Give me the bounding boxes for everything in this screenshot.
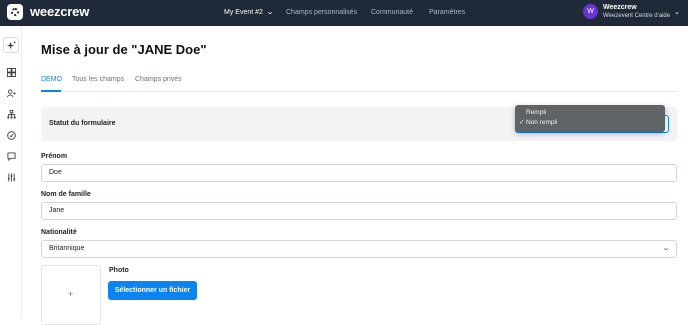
tab-champs-prives[interactable]: Champs privés xyxy=(135,76,182,83)
first-name-field[interactable]: Doe xyxy=(41,164,677,182)
nav-communaute[interactable]: Communauté xyxy=(371,0,413,26)
plus-icon: + xyxy=(68,289,74,299)
org-chart-icon[interactable] xyxy=(3,106,19,122)
last-name-label: Nom de famille xyxy=(41,191,91,198)
status-dropdown-menu: Rempli ✓ Non rempli xyxy=(515,105,665,132)
sparkle-icon[interactable] xyxy=(3,37,19,53)
tabs-divider xyxy=(41,91,677,92)
left-rail xyxy=(0,26,22,318)
status-option-non-rempli[interactable]: ✓ Non rempli xyxy=(515,118,665,128)
check-icon: ✓ xyxy=(519,119,525,126)
photo-upload-area[interactable]: + xyxy=(41,265,101,325)
status-label: Statut du formulaire xyxy=(49,120,116,127)
user-menu-chevron-icon[interactable]: ⌄ xyxy=(674,8,680,16)
tab-tous-les-champs[interactable]: Tous les champs xyxy=(72,76,124,83)
photo-label: Photo xyxy=(109,267,129,274)
nav-event-label: My Event #2 xyxy=(224,9,263,16)
nav-champs-personnalises[interactable]: Champs personnalisés xyxy=(286,0,357,26)
sliders-icon[interactable] xyxy=(3,169,19,185)
dashboard-icon[interactable] xyxy=(3,64,19,80)
active-tab-indicator xyxy=(41,90,61,92)
tab-demo[interactable]: DEMO xyxy=(41,76,62,83)
status-option-rempli[interactable]: Rempli xyxy=(515,108,665,118)
option-label: Non rempli xyxy=(526,119,558,126)
nationality-label: Nationalité xyxy=(41,229,77,236)
top-bar: weezcrew My Event #2 ⌄ Champs personnalis… xyxy=(0,0,688,26)
weezcrew-logo-icon[interactable] xyxy=(7,4,23,20)
last-name-field[interactable]: Jane xyxy=(41,202,677,220)
check-circle-icon[interactable] xyxy=(3,127,19,143)
option-label: Rempli xyxy=(526,109,547,116)
chat-icon[interactable] xyxy=(3,148,19,164)
user-subtitle[interactable]: Weezevent Centre d'aide xyxy=(603,13,670,19)
chevron-down-icon: ⌄ xyxy=(265,9,274,16)
avatar[interactable]: W xyxy=(583,4,598,19)
first-name-label: Prénom xyxy=(41,153,68,160)
select-file-button[interactable]: Sélectionner un fichier xyxy=(108,281,197,300)
nationality-value: Britannique xyxy=(49,245,85,252)
nationality-select[interactable]: Britannique ⌄ xyxy=(41,240,677,258)
chevron-down-icon: ⌄ xyxy=(661,245,671,252)
users-icon[interactable] xyxy=(3,85,19,101)
brand-name[interactable]: weezcrew xyxy=(30,4,89,19)
page-title: Mise à jour de "JANE Doe" xyxy=(41,42,207,57)
user-name[interactable]: Weezcrew xyxy=(603,4,637,11)
nav-parametres[interactable]: Paramètres xyxy=(429,0,465,26)
nav-event-selector[interactable]: My Event #2 ⌄ xyxy=(224,0,274,26)
